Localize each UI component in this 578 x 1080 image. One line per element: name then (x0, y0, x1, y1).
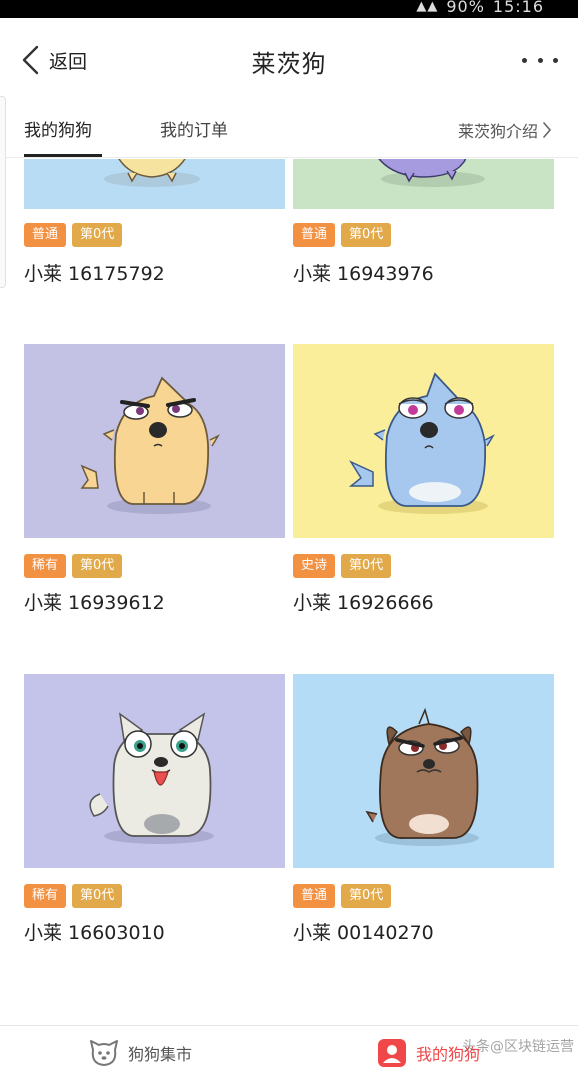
tab-bar: 我的狗狗 我的订单 莱茨狗介绍 (0, 104, 578, 158)
navbar: 返回 莱茨狗 (0, 18, 578, 104)
rarity-badge: 史诗 (293, 554, 336, 578)
dog-image[interactable] (293, 674, 554, 868)
dog-name[interactable]: 小莱 16603010 (24, 918, 165, 945)
generation-badge: 第0代 (341, 884, 392, 908)
generation-badge: 第0代 (72, 554, 123, 578)
dog-grid: 普通 第0代 小莱 16175792 普通 第0代 小莱 16943976 稀有… (0, 159, 578, 1025)
dog-illustration (24, 159, 285, 209)
generation-badge: 第0代 (72, 223, 123, 247)
dog-illustration (293, 344, 554, 538)
tab-my-dogs[interactable]: 我的狗狗 (24, 116, 92, 141)
dog-card[interactable]: 稀有 第0代 小莱 16939612 (24, 344, 285, 614)
battery-level: 90% (446, 0, 485, 16)
rarity-badge: 普通 (24, 223, 67, 247)
generation-badge: 第0代 (341, 554, 392, 578)
dog-image[interactable] (24, 674, 285, 868)
more-menu-button[interactable] (522, 48, 558, 72)
bottom-nav: 狗狗集市 我的狗狗 头条@区块链运营 (0, 1025, 578, 1080)
dog-name[interactable]: 小莱 16175792 (24, 259, 165, 286)
dog-illustration (293, 674, 554, 868)
signal-icon: ▲▲ (416, 0, 439, 14)
more-dot-icon (537, 57, 543, 63)
dog-card[interactable]: 普通 第0代 小莱 00140270 (293, 674, 554, 944)
dog-illustration (293, 159, 554, 209)
rarity-badge: 稀有 (24, 884, 67, 908)
dog-badges: 普通 第0代 (293, 223, 392, 247)
page-title: 莱茨狗 (251, 50, 327, 78)
chevron-right-icon (543, 122, 552, 138)
watermark: 头条@区块链运营 (462, 1039, 574, 1055)
dog-illustration (24, 674, 285, 868)
rarity-badge: 普通 (293, 223, 336, 247)
tab-my-orders[interactable]: 我的订单 (160, 116, 228, 141)
dog-name[interactable]: 小莱 16926666 (293, 588, 434, 615)
intro-link-label: 莱茨狗介绍 (457, 122, 538, 141)
dog-name[interactable]: 小莱 16939612 (24, 588, 165, 615)
bottom-nav-market-label: 狗狗集市 (128, 1045, 193, 1064)
dog-card[interactable]: 稀有 第0代 小莱 16603010 (24, 674, 285, 944)
dog-name[interactable]: 小莱 00140270 (293, 918, 434, 945)
dog-badges: 普通 第0代 (293, 884, 392, 908)
dog-name[interactable]: 小莱 16943976 (293, 259, 434, 286)
more-dot-icon (553, 57, 558, 63)
rarity-badge: 稀有 (24, 554, 67, 578)
generation-badge: 第0代 (72, 884, 123, 908)
dog-card[interactable]: 史诗 第0代 小莱 16926666 (293, 344, 554, 614)
dog-badges: 史诗 第0代 (293, 554, 392, 578)
more-dot-icon (522, 57, 527, 63)
dog-badges: 稀有 第0代 (24, 884, 123, 908)
dog-card[interactable]: 普通 第0代 小莱 16175792 (24, 159, 285, 285)
intro-link[interactable]: 莱茨狗介绍 (458, 118, 552, 142)
status-right: ▲▲ 90% 15:16 (416, 0, 544, 16)
dog-badges: 稀有 第0代 (24, 554, 123, 578)
dog-card[interactable]: 普通 第0代 小莱 16943976 (293, 159, 554, 285)
dog-image[interactable] (24, 344, 285, 538)
dog-image[interactable] (293, 344, 554, 538)
rarity-badge: 普通 (293, 884, 336, 908)
dog-image[interactable] (293, 159, 554, 209)
active-tab-indicator (24, 154, 102, 157)
dog-illustration (24, 344, 285, 538)
dog-badges: 普通 第0代 (24, 223, 123, 247)
generation-badge: 第0代 (341, 223, 392, 247)
user-profile-icon (378, 1039, 406, 1067)
status-bar: ▲▲ 90% 15:16 (0, 0, 578, 18)
bottom-nav-market[interactable]: 狗狗集市 (88, 1038, 192, 1068)
dog-image[interactable] (24, 159, 285, 209)
clock: 15:16 (492, 0, 544, 16)
dog-face-icon (90, 1040, 118, 1066)
